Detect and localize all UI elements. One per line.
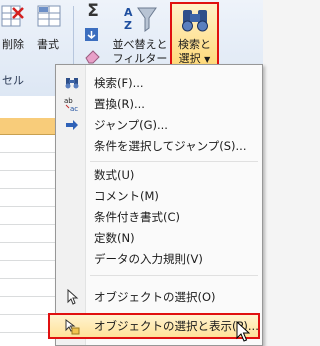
svg-text:Z: Z [124,19,132,32]
sigma-icon: Σ [87,1,99,21]
menu-item-label: コメント(M) [94,189,159,203]
binoculars-icon [65,78,79,89]
selection-pane-icon [65,319,80,335]
eraser-icon [85,50,100,64]
menu-separator [90,275,258,276]
find-select-label-1: 検索と [178,38,211,51]
menu-item-label: 条件を選択してジャンプ(S)... [94,139,247,153]
menu-item-data-validation[interactable]: データの入力規則(V) [58,249,260,269]
find-select-menu: 検索(F)... ab ac 置換(R)... ジャンプ(G)... 条件を選択… [48,64,263,346]
sort-filter-label-1: 並べ替えと [112,38,168,51]
menu-item-goto[interactable]: ジャンプ(G)... [58,115,260,135]
format-label: 書式 [37,38,59,51]
row-gridline [0,188,60,189]
pointer-icon [67,289,79,305]
binoculars-icon [181,10,208,32]
replace-icon: ab ac [64,97,78,112]
menu-item-label: オブジェクトの選択(O) [94,290,216,304]
row-gridline [0,206,60,207]
menu-item-label: 定数(N) [94,231,135,245]
format-cells-icon [37,5,61,27]
menu-item-formulas[interactable]: 数式(U) [58,165,260,185]
menu-item-conditional-formatting[interactable]: 条件付き書式(C) [58,207,260,227]
row-gridline [0,170,60,171]
row-gridline [0,152,60,153]
selected-column-header [0,118,60,135]
menu-item-label: 検索(F)... [94,76,144,90]
menu-item-label: ジャンプ(G)... [94,118,168,132]
menu-item-constants[interactable]: 定数(N) [58,228,260,248]
menu-separator [90,161,258,162]
menu-item-goto-special[interactable]: 条件を選択してジャンプ(S)... [58,136,260,156]
row-gridline [0,224,60,225]
menu-item-label: オブジェクトの選択と表示(P)... [94,319,259,333]
sort-filter-button[interactable]: A Z 並べ替えと フィルター [112,4,168,66]
delete-cells-icon [1,5,24,27]
svg-text:ab: ab [64,97,73,105]
menu-item-label: 数式(U) [94,168,135,182]
menu-item-label: 置換(R)... [94,97,145,111]
format-button[interactable]: 書式 [30,4,66,52]
menu-item-find[interactable]: 検索(F)... [58,73,260,93]
row-gridline [0,242,60,243]
delete-cells-button[interactable]: 削除 [0,4,26,52]
mouse-cursor-icon [236,321,250,342]
cells-group-label: セル [2,74,24,87]
menu-item-select-objects[interactable]: オブジェクトの選択(O) [58,287,260,307]
sort-filter-icon: A Z [124,6,157,32]
svg-text:ac: ac [70,105,78,112]
menu-item-label: データの入力規則(V) [94,252,203,266]
row-gridline [0,296,60,297]
menu-item-comments[interactable]: コメント(M) [58,186,260,206]
menu-item-replace[interactable]: ab ac 置換(R)... [58,94,260,114]
arrow-right-icon [66,120,78,130]
worksheet[interactable] [0,96,60,346]
row-gridline [0,278,60,279]
fill-button[interactable] [82,27,104,45]
fill-down-icon [85,28,98,41]
chevron-down-icon: ▼ [204,55,211,64]
menu-item-label: 条件付き書式(C) [94,210,181,224]
find-select-button[interactable]: 検索と 選択 ▼ [170,2,219,72]
delete-label: 削除 [2,38,24,51]
row-gridline [0,260,60,261]
autosum-button[interactable]: Σ [80,1,106,21]
svg-text:A: A [124,6,133,19]
menu-item-selection-pane[interactable]: オブジェクトの選択と表示(P)... [48,313,260,339]
